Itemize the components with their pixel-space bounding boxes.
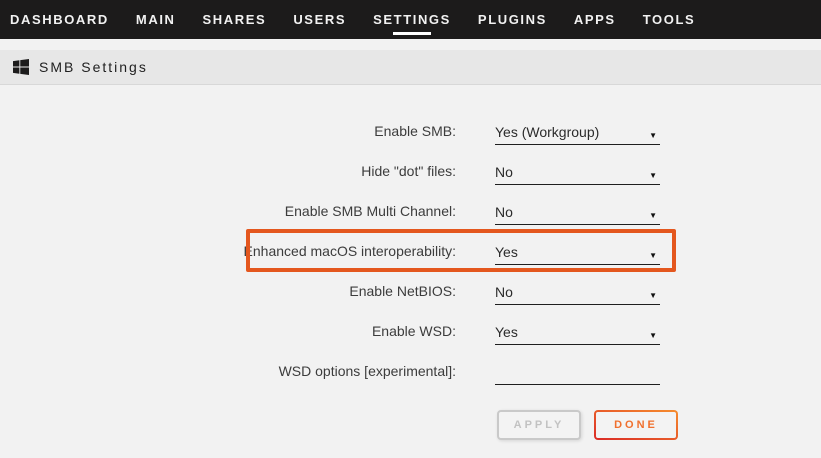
selected-value: Yes: [495, 324, 518, 340]
wsd-select[interactable]: Yes ▼: [495, 317, 660, 345]
page-header: SMB Settings: [0, 50, 821, 85]
wsd-options-input[interactable]: [495, 364, 660, 380]
field-label: WSD options [experimental]:: [0, 351, 456, 391]
form-row-netbios: Enable NetBIOS: No ▼: [0, 271, 700, 311]
nav-item-apps[interactable]: APPS: [574, 12, 616, 27]
dropdown-arrow-icon: ▼: [649, 332, 660, 340]
nav-item-plugins[interactable]: PLUGINS: [478, 12, 547, 27]
smb-multichannel-select[interactable]: No ▼: [495, 197, 660, 225]
form-row-hide-dot-files: Hide "dot" files: No ▼: [0, 151, 700, 191]
form-row-macos-interop: Enhanced macOS interoperability: Yes ▼: [0, 231, 700, 271]
form-row-wsd-options: WSD options [experimental]:: [0, 351, 700, 391]
nav-item-settings[interactable]: SETTINGS: [373, 12, 451, 27]
apply-button[interactable]: APPLY: [497, 410, 581, 440]
selected-value: No: [495, 284, 513, 300]
dropdown-arrow-icon: ▼: [649, 132, 660, 140]
dropdown-arrow-icon: ▼: [649, 292, 660, 300]
form-row-enable-smb: Enable SMB: Yes (Workgroup) ▼: [0, 111, 700, 151]
form-row-wsd: Enable WSD: Yes ▼: [0, 311, 700, 351]
smb-settings-page: DASHBOARD MAIN SHARES USERS SETTINGS PLU…: [0, 0, 821, 458]
field-label: Enable SMB:: [0, 111, 456, 151]
dropdown-arrow-icon: ▼: [649, 212, 660, 220]
nav-item-shares[interactable]: SHARES: [203, 12, 267, 27]
selected-value: Yes (Workgroup): [495, 124, 599, 140]
dropdown-arrow-icon: ▼: [649, 172, 660, 180]
nav-item-dashboard[interactable]: DASHBOARD: [10, 12, 109, 27]
selected-value: No: [495, 204, 513, 220]
selected-value: Yes: [495, 244, 518, 260]
wsd-options-field: [495, 357, 660, 385]
nav-item-users[interactable]: USERS: [293, 12, 346, 27]
done-button[interactable]: DONE: [594, 410, 678, 440]
top-nav: DASHBOARD MAIN SHARES USERS SETTINGS PLU…: [0, 0, 821, 39]
nav-item-tools[interactable]: TOOLS: [643, 12, 696, 27]
form-row-smb-multichannel: Enable SMB Multi Channel: No ▼: [0, 191, 700, 231]
windows-icon: [13, 59, 29, 75]
nav-item-main[interactable]: MAIN: [136, 12, 176, 27]
dropdown-arrow-icon: ▼: [649, 252, 660, 260]
macos-interop-select[interactable]: Yes ▼: [495, 237, 660, 265]
netbios-select[interactable]: No ▼: [495, 277, 660, 305]
enable-smb-select[interactable]: Yes (Workgroup) ▼: [495, 117, 660, 145]
field-label: Enable SMB Multi Channel:: [0, 191, 456, 231]
field-label: Hide "dot" files:: [0, 151, 456, 191]
selected-value: No: [495, 164, 513, 180]
field-label: Enhanced macOS interoperability:: [0, 231, 456, 271]
field-label: Enable NetBIOS:: [0, 271, 456, 311]
page-title: SMB Settings: [39, 59, 148, 75]
hide-dot-files-select[interactable]: No ▼: [495, 157, 660, 185]
field-label: Enable WSD:: [0, 311, 456, 351]
